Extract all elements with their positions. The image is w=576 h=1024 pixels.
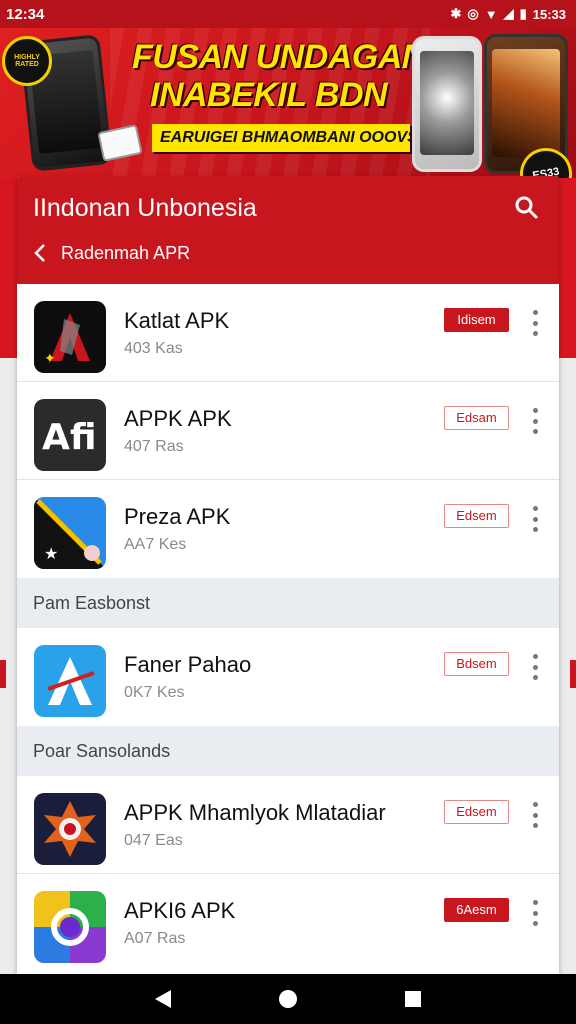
app-name: APPK APK <box>124 406 232 431</box>
breadcrumb-label: Radenmah APR <box>61 242 191 263</box>
more-options-button[interactable] <box>525 504 545 534</box>
page-title: IIndonan Unbonesia <box>33 194 257 222</box>
app-tag[interactable]: Edsam <box>444 406 509 430</box>
more-options-button[interactable] <box>525 898 545 928</box>
svg-text:✦: ✦ <box>44 351 56 367</box>
battery-icon: ▮ <box>519 6 527 21</box>
app-list-item[interactable]: APPK Mhamlyok Mlatadiar 047 Eas Edsem <box>17 776 559 874</box>
banner-title-line2: INABEKIL BDN <box>150 76 388 114</box>
app-name: Katlat APK <box>124 308 230 333</box>
dark-a-icon: ✦ <box>34 301 106 373</box>
afi-icon: Afi <box>34 399 106 471</box>
more-options-button[interactable] <box>525 800 545 830</box>
banner-title-line1: FUSAN UNDAGAN <box>132 38 426 76</box>
app-list-item[interactable]: Faner Pahao 0K7 Kes Bdsem <box>17 628 559 726</box>
more-options-button[interactable] <box>525 308 545 338</box>
side-tab-left <box>0 660 6 688</box>
blue-a-icon <box>34 645 106 717</box>
banner-badge-left: HIGHLY RATED <box>2 36 52 86</box>
bluetooth-icon: ✱ <box>450 6 462 21</box>
phone-image-center <box>412 36 482 172</box>
breadcrumb[interactable]: Radenmah APR <box>29 242 190 264</box>
circle-home-icon <box>278 990 297 1008</box>
app-tag[interactable]: Edsem <box>444 504 509 528</box>
square-recents-icon <box>405 991 422 1007</box>
recents-nav-button[interactable] <box>398 984 428 1014</box>
back-button[interactable] <box>29 242 51 264</box>
more-options-button[interactable] <box>525 406 545 436</box>
app-bar: IIndonan Unbonesia Radenmah APR <box>17 176 559 284</box>
search-button[interactable] <box>513 194 541 222</box>
app-size: A07 Ras <box>124 930 186 947</box>
app-name: APPK Mhamlyok Mlatadiar <box>124 800 386 825</box>
app-name: Preza APK <box>124 504 231 529</box>
app-list-item[interactable]: Afi APPK APK 407 Ras Edsam <box>17 382 559 480</box>
back-nav-button[interactable] <box>148 984 178 1014</box>
app-size: 0K7 Kes <box>124 684 185 701</box>
signal-icon: ◢ <box>503 6 514 21</box>
svg-text:Afi: Afi <box>42 417 97 458</box>
wifi-icon: ▼ <box>484 6 498 22</box>
app-name: Faner Pahao <box>124 652 252 677</box>
alarm-icon: ◎ <box>467 6 479 21</box>
svg-text:★: ★ <box>44 544 58 563</box>
app-list-item[interactable]: ✦ Katlat APK 403 Kas Idisem <box>17 284 559 382</box>
app-tag[interactable]: Bdsem <box>444 652 509 676</box>
app-list-item[interactable]: ★ Preza APK AA7 Kes Edsem <box>17 480 559 578</box>
status-battery-text: 15:33 <box>532 6 566 22</box>
status-time: 12:34 <box>6 5 45 23</box>
blue-star-icon: ★ <box>34 497 106 569</box>
banner-strip: EARUIGEI BHMAOMBANI OOOVS <box>152 124 410 152</box>
app-tag[interactable]: Edsem <box>444 800 509 824</box>
status-bar: 12:34 ✱ ◎ ▼ ◢ ▮ 15:33 <box>0 0 576 28</box>
app-size: 403 Kas <box>124 340 183 357</box>
orange-emblem-icon <box>34 793 106 865</box>
search-icon <box>515 196 538 219</box>
app-list-item[interactable]: APKI6 APK A07 Ras 6Aesm <box>17 874 559 972</box>
triangle-back-icon <box>154 990 171 1008</box>
app-size: 407 Ras <box>124 438 184 455</box>
promo-banner[interactable]: HIGHLY RATED FUSAN UNDAGAN INABEKIL BDN … <box>0 28 576 178</box>
more-options-button[interactable] <box>525 652 545 682</box>
app-name: APKI6 APK <box>124 898 236 923</box>
ring-icon <box>34 891 106 963</box>
side-tab-right <box>570 660 576 688</box>
home-nav-button[interactable] <box>273 984 303 1014</box>
section-header: Poar Sansolands <box>17 726 559 776</box>
app-tag[interactable]: 6Aesm <box>444 898 509 922</box>
navigation-bar <box>0 974 576 1024</box>
app-tag[interactable]: Idisem <box>444 308 509 332</box>
section-header: Pam Easbonst <box>17 578 559 628</box>
chevron-left-icon <box>34 244 45 262</box>
app-list-panel: IIndonan Unbonesia Radenmah APR ✦ Katlat… <box>17 176 559 974</box>
status-icons: ✱ ◎ ▼ ◢ ▮ 15:33 <box>450 6 566 22</box>
app-size: AA7 Kes <box>124 536 187 553</box>
app-size: 047 Eas <box>124 832 183 849</box>
banner-title: FUSAN UNDAGAN INABEKIL BDN <box>132 38 432 114</box>
